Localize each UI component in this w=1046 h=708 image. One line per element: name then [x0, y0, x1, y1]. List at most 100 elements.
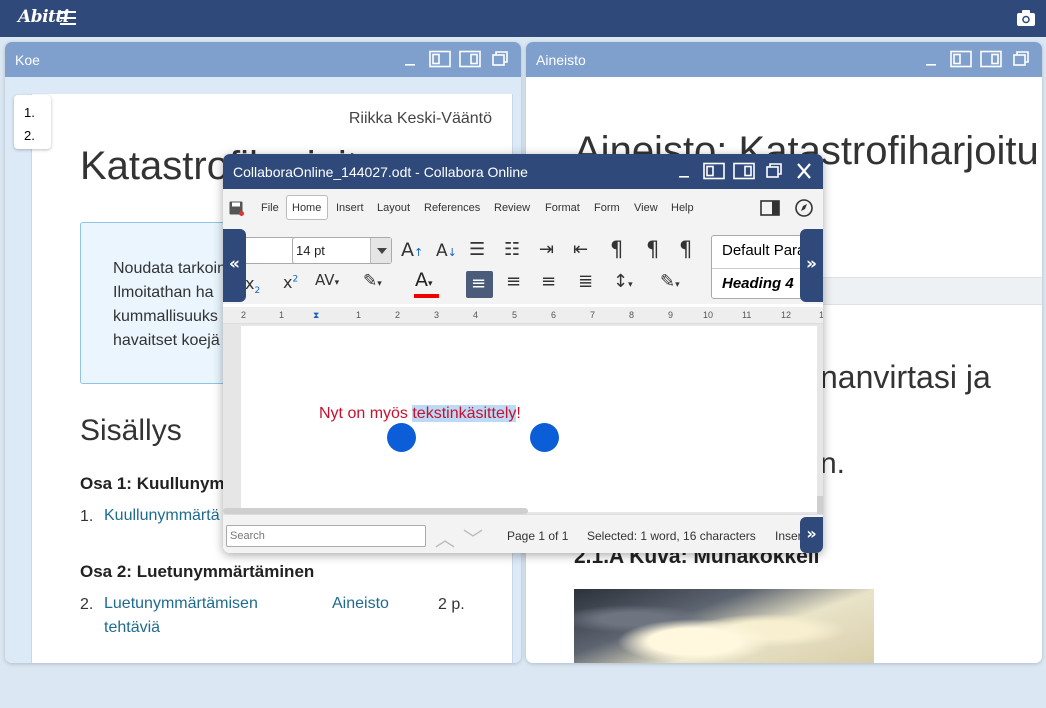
menu-form[interactable]: Form: [594, 202, 620, 214]
insert-mode[interactable]: Inser: [775, 529, 802, 543]
document-area[interactable]: Nyt on myös tekstinkäsittely!: [223, 324, 823, 553]
style-list[interactable]: Default Para Heading 4: [711, 235, 811, 299]
font-size-combobox[interactable]: 14 pt: [292, 237, 392, 264]
justify-icon[interactable]: ≣: [578, 271, 593, 292]
aineisto-window-header: Aineisto: [526, 42, 1042, 77]
align-center-icon[interactable]: ≡: [506, 271, 521, 292]
formatting-marks-icon[interactable]: ¶: [610, 237, 623, 261]
toc-item[interactable]: 1.: [24, 101, 51, 124]
ruler-label: 3: [434, 310, 440, 320]
bullet-list-icon[interactable]: ☰: [469, 239, 485, 260]
rtl-paragraph-icon[interactable]: ¶: [679, 237, 692, 261]
ruler-label: 1: [356, 310, 362, 320]
camera-icon[interactable]: [1017, 10, 1035, 26]
restore-icon[interactable]: [489, 50, 511, 68]
dock-left-icon[interactable]: [429, 50, 451, 68]
minimize-icon[interactable]: [920, 50, 942, 68]
dock-left-icon[interactable]: [950, 50, 972, 68]
selection-end-handle[interactable]: [530, 423, 559, 452]
part1-link[interactable]: Kuullunymmärtä: [104, 504, 220, 528]
align-left-icon: ≡: [471, 273, 487, 294]
align-left-button[interactable]: ≡: [466, 271, 493, 298]
toolbar-scroll-left-button[interactable]: «: [223, 229, 246, 302]
minimize-icon[interactable]: [673, 162, 695, 180]
align-right-icon[interactable]: ≡: [541, 271, 556, 292]
sidebar-toggle-icon[interactable]: [760, 200, 780, 216]
style-item[interactable]: Heading 4: [712, 268, 810, 298]
line-spacing-icon[interactable]: ↕▾: [613, 271, 633, 292]
numbered-list-icon[interactable]: ☷: [504, 239, 520, 260]
page-info: Page 1 of 1: [507, 529, 569, 543]
ruler-label: 12: [781, 310, 792, 320]
menu-review[interactable]: Review: [494, 202, 530, 214]
subscript-icon[interactable]: x2: [245, 274, 260, 296]
font-color-icon[interactable]: A▾: [415, 269, 433, 291]
part1-heading: Osa 1: Kuullunym: [80, 474, 225, 493]
minimize-icon[interactable]: [399, 50, 421, 68]
style-item[interactable]: Default Para: [712, 236, 810, 268]
menu-insert[interactable]: Insert: [336, 202, 364, 214]
grow-font-icon[interactable]: A↑: [401, 239, 423, 261]
dock-left-icon[interactable]: [703, 162, 725, 180]
character-spacing-icon[interactable]: AV▾: [315, 271, 339, 289]
toolbar-scroll-right-button[interactable]: »: [800, 229, 823, 302]
search-input[interactable]: Search: [226, 525, 426, 547]
text-before-selection: Nyt on myös: [319, 405, 413, 422]
menu-references[interactable]: References: [424, 202, 480, 214]
menu-layout[interactable]: Layout: [377, 202, 410, 214]
statusbar-scroll-right-button[interactable]: »: [800, 517, 823, 553]
part2-material-link[interactable]: Aineisto: [332, 592, 389, 616]
toc-item[interactable]: 2.: [24, 124, 51, 147]
exam-author: Riikka Keski-Vääntö: [348, 110, 492, 127]
restore-icon[interactable]: [763, 162, 785, 180]
shrink-font-icon[interactable]: A↓: [436, 241, 457, 261]
search-next-icon[interactable]: ﹀: [463, 523, 483, 552]
search-prev-icon[interactable]: ︿: [435, 523, 455, 552]
navigator-icon[interactable]: [795, 199, 813, 217]
contents-heading: Sisällys: [80, 414, 182, 447]
menu-format[interactable]: Format: [545, 202, 580, 214]
ruler-label: 9: [668, 310, 674, 320]
collabora-title: CollaboraOnline_144027.odt - Collabora O…: [233, 164, 528, 180]
ltr-paragraph-icon[interactable]: ¶: [646, 237, 659, 261]
save-icon[interactable]: [229, 201, 244, 216]
font-color-swatch: [414, 294, 439, 298]
font-size-value: 14 pt: [296, 243, 325, 258]
ruler-label: 1: [279, 310, 285, 320]
selected-text[interactable]: tekstinkäsittely: [412, 405, 517, 422]
increase-indent-icon[interactable]: ⇥: [539, 239, 554, 260]
menu-home[interactable]: Home: [292, 202, 321, 214]
selection-start-handle[interactable]: [387, 423, 416, 452]
document-text[interactable]: Nyt on myös tekstinkäsittely!: [319, 405, 521, 423]
part2-points: 2 p.: [438, 596, 465, 613]
chevron-down-icon[interactable]: [370, 238, 391, 263]
dock-right-icon[interactable]: [980, 50, 1002, 68]
part2-link[interactable]: Luetunymmärtämisen tehtäviä: [104, 592, 258, 640]
menu-view[interactable]: View: [634, 202, 658, 214]
top-bar: Abitti: [0, 0, 1046, 37]
highlight-color-icon[interactable]: ✎▾: [363, 271, 382, 291]
menu-help[interactable]: Help: [671, 202, 694, 214]
ruler: 2 1 ⧗ 1 2 3 4 5 6 7 8 9 10 11 12 1: [223, 307, 823, 324]
selection-info: Selected: 1 word, 16 characters: [587, 529, 756, 543]
paragraph-background-icon[interactable]: ✎▾: [660, 271, 680, 292]
menu-icon[interactable]: [60, 11, 76, 25]
ruler-label: 10: [703, 310, 714, 320]
toc-minimap[interactable]: 1. 2.: [14, 95, 51, 149]
dock-right-icon[interactable]: [733, 162, 755, 180]
document-page[interactable]: Nyt on myös tekstinkäsittely!: [241, 326, 817, 512]
decrease-indent-icon[interactable]: ⇤: [573, 239, 588, 260]
ruler-label: 7: [590, 310, 596, 320]
superscript-icon[interactable]: x2: [283, 273, 298, 292]
aineisto-heading-2: n.: [820, 447, 846, 480]
aineisto-heading: nanvirtasi ja: [820, 359, 991, 395]
ruler-label: 11: [742, 310, 752, 320]
part2-link-line[interactable]: Luetunymmärtämisen: [104, 592, 258, 616]
menu-file[interactable]: File: [261, 202, 279, 214]
indent-marker-icon[interactable]: ⧗: [313, 310, 319, 321]
close-icon[interactable]: [793, 162, 815, 180]
dock-right-icon[interactable]: [459, 50, 481, 68]
collabora-titlebar[interactable]: CollaboraOnline_144027.odt - Collabora O…: [223, 154, 823, 189]
part2-link-line[interactable]: tehtäviä: [104, 616, 258, 640]
restore-icon[interactable]: [1010, 50, 1032, 68]
